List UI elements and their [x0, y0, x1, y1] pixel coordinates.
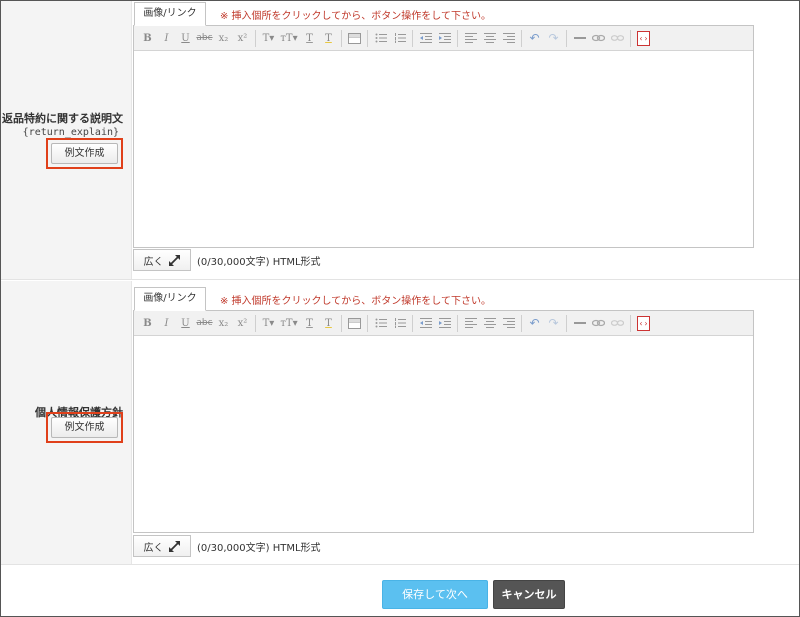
- background-color-icon[interactable]: T: [319, 314, 338, 333]
- expand-arrows-icon: [168, 254, 180, 266]
- toolbar-separator: [341, 29, 342, 47]
- image-link-tab[interactable]: 画像/リンク: [134, 2, 206, 26]
- indent-icon[interactable]: [435, 29, 454, 48]
- toolbar-separator: [457, 29, 458, 47]
- text-color-icon[interactable]: T: [300, 314, 319, 333]
- toolbar-separator: [412, 29, 413, 47]
- label-column: 個人情報保護方針 例文作成: [1, 281, 132, 564]
- redo-icon[interactable]: ↷: [544, 314, 563, 333]
- example-create-button[interactable]: 例文作成: [51, 417, 118, 438]
- example-button-highlight: 例文作成: [46, 412, 123, 443]
- editor-content-area[interactable]: [134, 51, 753, 247]
- rich-text-editor: B I U abc x₂ x² T▾ тT▾ T T ↶ ↷ ‹›: [133, 25, 754, 248]
- expand-button[interactable]: 広く: [133, 249, 191, 271]
- editor-toolbar: B I U abc x₂ x² T▾ тT▾ T T ↶ ↷ ‹›: [134, 26, 753, 51]
- image-link-tab[interactable]: 画像/リンク: [134, 287, 206, 311]
- source-code-glyph: ‹›: [637, 315, 650, 331]
- numbered-list-icon[interactable]: [390, 29, 409, 48]
- background-color-icon[interactable]: T: [319, 29, 338, 48]
- toolbar-separator: [412, 314, 413, 332]
- rich-text-editor: B I U abc x₂ x² T▾ тT▾ T T ↶ ↷ ‹›: [133, 310, 754, 533]
- field-row-return-explain: 返品特約に関する説明文 {return_explain} 例文作成 画像/リンク…: [1, 1, 799, 280]
- source-code-icon[interactable]: ‹›: [634, 29, 653, 48]
- indent-icon[interactable]: [435, 314, 454, 333]
- italic-icon[interactable]: I: [157, 314, 176, 333]
- source-code-glyph: ‹›: [637, 30, 650, 46]
- toolbar-separator: [521, 29, 522, 47]
- unlink-icon[interactable]: [608, 314, 627, 333]
- undo-icon[interactable]: ↶: [525, 29, 544, 48]
- editor-footer: 広く (0/30,000文字) HTML形式: [133, 249, 321, 271]
- italic-icon[interactable]: I: [157, 29, 176, 48]
- bold-icon[interactable]: B: [138, 314, 157, 333]
- toolbar-separator: [630, 29, 631, 47]
- table-icon[interactable]: [345, 314, 364, 333]
- toolbar-separator: [367, 29, 368, 47]
- expand-label: 広く: [143, 256, 164, 268]
- font-size-icon[interactable]: T▾: [259, 29, 278, 48]
- horizontal-rule-icon[interactable]: [570, 314, 589, 333]
- link-icon[interactable]: [589, 314, 608, 333]
- superscript-icon[interactable]: x²: [233, 314, 252, 333]
- expand-arrows-icon: [168, 540, 180, 552]
- align-center-icon[interactable]: [480, 314, 499, 333]
- toolbar-separator: [367, 314, 368, 332]
- toolbar-separator: [255, 314, 256, 332]
- insert-notice: ※ 挿入個所をクリックしてから、ボタン操作をして下さい。: [220, 296, 491, 307]
- strikethrough-icon[interactable]: abc: [195, 314, 214, 333]
- underline-icon[interactable]: U: [176, 314, 195, 333]
- underline-icon[interactable]: U: [176, 29, 195, 48]
- align-left-icon[interactable]: [461, 29, 480, 48]
- undo-icon[interactable]: ↶: [525, 314, 544, 333]
- expand-label: 広く: [143, 542, 164, 554]
- text-color-icon[interactable]: T: [300, 29, 319, 48]
- font-size-alt-icon[interactable]: тT▾: [278, 314, 300, 333]
- outdent-icon[interactable]: [416, 314, 435, 333]
- redo-icon[interactable]: ↷: [544, 29, 563, 48]
- toolbar-separator: [566, 29, 567, 47]
- source-code-icon[interactable]: ‹›: [634, 314, 653, 333]
- toolbar-separator: [566, 314, 567, 332]
- cancel-button[interactable]: キャンセル: [493, 580, 565, 609]
- field-label: 返品特約に関する説明文: [2, 112, 123, 125]
- toolbar-separator: [255, 29, 256, 47]
- align-center-icon[interactable]: [480, 29, 499, 48]
- bullet-list-icon[interactable]: [371, 314, 390, 333]
- toolbar-separator: [341, 314, 342, 332]
- align-right-icon[interactable]: [499, 314, 518, 333]
- superscript-icon[interactable]: x²: [233, 29, 252, 48]
- toolbar-separator: [630, 314, 631, 332]
- save-next-button[interactable]: 保存して次へ: [382, 580, 488, 609]
- toolbar-separator: [521, 314, 522, 332]
- label-column: 返品特約に関する説明文 {return_explain} 例文作成: [1, 1, 132, 279]
- subscript-icon[interactable]: x₂: [214, 314, 233, 333]
- insert-notice: ※ 挿入個所をクリックしてから、ボタン操作をして下さい。: [220, 11, 491, 22]
- expand-button[interactable]: 広く: [133, 535, 191, 557]
- form-frame: 返品特約に関する説明文 {return_explain} 例文作成 画像/リンク…: [0, 0, 800, 617]
- toolbar-separator: [457, 314, 458, 332]
- outdent-icon[interactable]: [416, 29, 435, 48]
- font-size-icon[interactable]: T▾: [259, 314, 278, 333]
- character-counter: (0/30,000文字) HTML形式: [197, 542, 321, 554]
- field-code: {return_explain}: [22, 127, 119, 138]
- strikethrough-icon[interactable]: abc: [195, 29, 214, 48]
- example-button-highlight: 例文作成: [46, 138, 123, 169]
- bold-icon[interactable]: B: [138, 29, 157, 48]
- example-create-button[interactable]: 例文作成: [51, 143, 118, 164]
- align-left-icon[interactable]: [461, 314, 480, 333]
- numbered-list-icon[interactable]: [390, 314, 409, 333]
- bullet-list-icon[interactable]: [371, 29, 390, 48]
- editor-footer: 広く (0/30,000文字) HTML形式: [133, 535, 321, 557]
- editor-toolbar: B I U abc x₂ x² T▾ тT▾ T T ↶ ↷ ‹›: [134, 311, 753, 336]
- horizontal-rule-icon[interactable]: [570, 29, 589, 48]
- editor-content-area[interactable]: [134, 336, 753, 532]
- character-counter: (0/30,000文字) HTML形式: [197, 256, 321, 268]
- table-icon[interactable]: [345, 29, 364, 48]
- font-size-alt-icon[interactable]: тT▾: [278, 29, 300, 48]
- subscript-icon[interactable]: x₂: [214, 29, 233, 48]
- unlink-icon[interactable]: [608, 29, 627, 48]
- field-row-privacy-policy: 個人情報保護方針 例文作成 画像/リンク ※ 挿入個所をクリックしてから、ボタン…: [1, 281, 799, 565]
- align-right-icon[interactable]: [499, 29, 518, 48]
- link-icon[interactable]: [589, 29, 608, 48]
